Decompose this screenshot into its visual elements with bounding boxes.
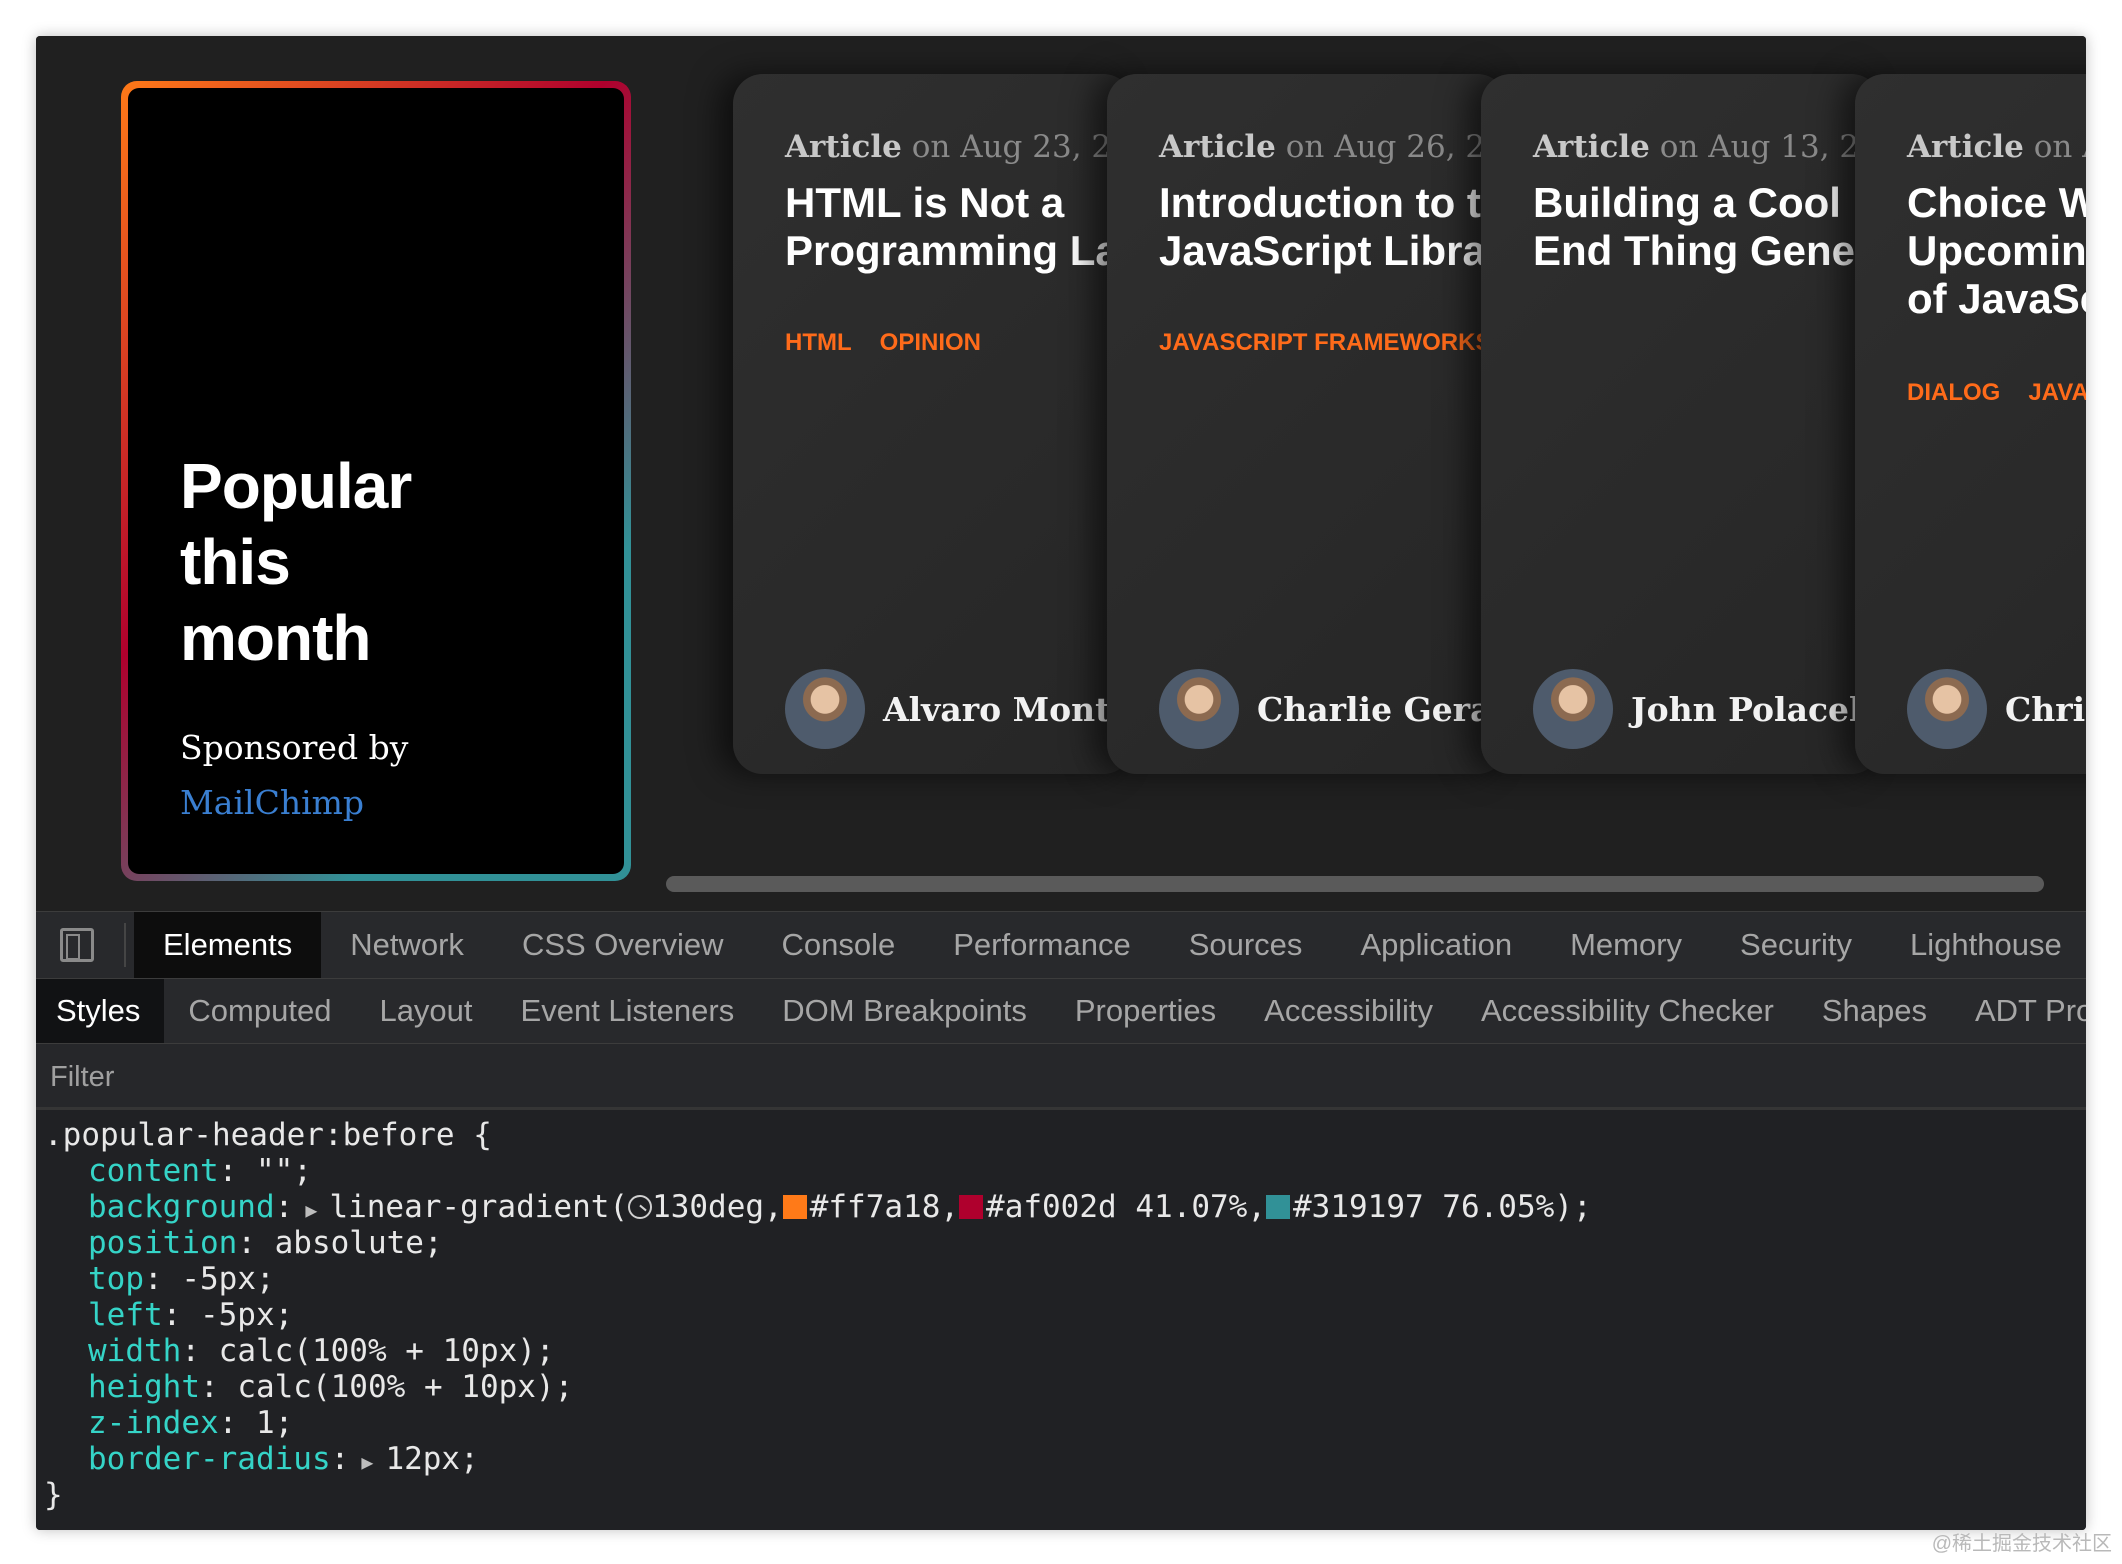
css-declaration[interactable]: z-index: 1; bbox=[88, 1405, 293, 1441]
tab-lighthouse[interactable]: Lighthouse bbox=[1881, 912, 2086, 978]
color-swatch[interactable] bbox=[782, 1195, 807, 1219]
article-card[interactable]: Article on Aug Choice Words about the Up… bbox=[1855, 74, 2086, 774]
css-declaration[interactable]: height: calc(100% + 10px); bbox=[88, 1369, 573, 1405]
card-meta: Article on Aug 23, 2021 bbox=[785, 129, 1133, 165]
subtab-properties[interactable]: Properties bbox=[1051, 979, 1240, 1043]
angle-clock-icon[interactable] bbox=[628, 1195, 653, 1219]
subtab-event-listeners[interactable]: Event Listeners bbox=[497, 979, 759, 1043]
horizontal-scrollbar[interactable] bbox=[666, 876, 2044, 892]
css-declaration[interactable]: width: calc(100% + 10px); bbox=[88, 1333, 555, 1369]
page-viewport: Popular this month Sponsored by MailChim… bbox=[36, 36, 2086, 911]
browser-window: Popular this month Sponsored by MailChim… bbox=[36, 36, 2086, 1530]
tag-link[interactable]: HTML bbox=[785, 329, 852, 356]
subtab-accessibility[interactable]: Accessibility bbox=[1240, 979, 1457, 1043]
css-declaration[interactable]: background: ▶ linear-gradient(130deg, #ff… bbox=[88, 1189, 1592, 1225]
tab-sources[interactable]: Sources bbox=[1160, 912, 1332, 978]
tab-security[interactable]: Security bbox=[1711, 912, 1881, 978]
color-swatch[interactable] bbox=[959, 1195, 984, 1219]
tab-console[interactable]: Console bbox=[752, 912, 924, 978]
avatar bbox=[1159, 669, 1239, 749]
tab-memory[interactable]: Memory bbox=[1541, 912, 1711, 978]
card-author[interactable]: Charlie Gerard bbox=[1159, 669, 1507, 749]
card-tags: DIALOG JAVASCRIPT bbox=[1907, 379, 2086, 407]
subtab-computed[interactable]: Computed bbox=[164, 979, 355, 1043]
avatar bbox=[785, 669, 865, 749]
avatar bbox=[1533, 669, 1613, 749]
card-author[interactable]: John Polacek bbox=[1533, 669, 1872, 749]
color-swatch[interactable] bbox=[1266, 1195, 1290, 1219]
subtab-styles[interactable]: Styles bbox=[36, 979, 165, 1043]
tag-link[interactable]: OPINION bbox=[880, 329, 981, 356]
subtab-shapes[interactable]: Shapes bbox=[1798, 979, 1951, 1043]
css-declaration[interactable]: content: ""; bbox=[88, 1153, 312, 1189]
card-tags: JAVASCRIPT FRAMEWORKS bbox=[1159, 329, 1507, 357]
avatar bbox=[1907, 669, 1987, 749]
expand-triangle-icon[interactable]: ▶ bbox=[349, 1450, 385, 1474]
card-meta: Article on Aug 13, 2021 bbox=[1533, 129, 1881, 165]
card-meta: Article on Aug 26, 2021 bbox=[1159, 129, 1507, 165]
card-author[interactable]: Alvaro Montoro bbox=[785, 669, 1133, 749]
subtab-accessibility-checker[interactable]: Accessibility Checker bbox=[1457, 979, 1798, 1043]
watermark: @稀土掘金技术社区 bbox=[1931, 1533, 2112, 1555]
card-author[interactable]: Chris Coyier bbox=[1907, 669, 2086, 749]
css-declaration[interactable]: border-radius: ▶ 12px; bbox=[88, 1441, 479, 1477]
tab-performance[interactable]: Performance bbox=[924, 912, 1159, 978]
sponsored-by-label: Sponsored by bbox=[180, 728, 409, 767]
popular-title: Popular this month bbox=[180, 450, 412, 674]
styles-subtabbar: Styles Computed Layout Event Listeners D… bbox=[36, 979, 2086, 1044]
tab-network[interactable]: Network bbox=[321, 912, 493, 978]
css-rule-close: } bbox=[44, 1477, 63, 1513]
tag-link[interactable]: JAVASCRIPT bbox=[2028, 379, 2086, 406]
popular-header: Popular this month Sponsored by MailChim… bbox=[121, 81, 631, 881]
article-card[interactable]: Article on Aug 26, 2021 Introduction to … bbox=[1107, 74, 1507, 774]
css-declaration[interactable]: left: -5px; bbox=[88, 1297, 293, 1333]
devtools-tabbar: Elements Network CSS Overview Console Pe… bbox=[36, 912, 2086, 979]
card-tags: HTML OPINION bbox=[785, 329, 1009, 357]
device-toolbar-icon[interactable] bbox=[60, 928, 94, 962]
tag-link[interactable]: DIALOG bbox=[1907, 379, 2000, 406]
expand-triangle-icon[interactable]: ▶ bbox=[293, 1198, 329, 1222]
css-declaration[interactable]: top: -5px; bbox=[88, 1261, 275, 1297]
subtab-layout[interactable]: Layout bbox=[355, 979, 496, 1043]
sponsor-link[interactable]: MailChimp bbox=[180, 783, 364, 822]
tab-css-overview[interactable]: CSS Overview bbox=[493, 912, 753, 978]
css-declaration[interactable]: position: absolute; bbox=[88, 1225, 443, 1261]
tab-elements[interactable]: Elements bbox=[134, 912, 322, 978]
subtab-adt-properties[interactable]: ADT Properties bbox=[1951, 979, 2086, 1043]
card-title[interactable]: Choice Words about the Upcoming Deprecat… bbox=[1907, 179, 2086, 323]
tab-application[interactable]: Application bbox=[1331, 912, 1541, 978]
card-title[interactable]: Building a Cool Front End Thing Generato… bbox=[1533, 179, 1881, 275]
tag-link[interactable]: JAVASCRIPT FRAMEWORKS bbox=[1159, 329, 1491, 356]
divider bbox=[124, 923, 126, 967]
article-card[interactable]: Article on Aug 13, 2021 Building a Cool … bbox=[1481, 74, 1881, 774]
filter-input[interactable]: Filter bbox=[36, 1044, 2086, 1110]
devtools-panel: Elements Network CSS Overview Console Pe… bbox=[36, 911, 2086, 1530]
card-title[interactable]: HTML is Not a Programming Language? bbox=[785, 179, 1133, 275]
article-card[interactable]: Article on Aug 23, 2021 HTML is Not a Pr… bbox=[733, 74, 1133, 774]
card-title[interactable]: Introduction to the JavaScript Library bbox=[1159, 179, 1507, 275]
css-selector[interactable]: .popular-header:before { bbox=[44, 1117, 492, 1153]
subtab-dom-breakpoints[interactable]: DOM Breakpoints bbox=[758, 979, 1051, 1043]
card-meta: Article on Aug bbox=[1907, 129, 2086, 165]
